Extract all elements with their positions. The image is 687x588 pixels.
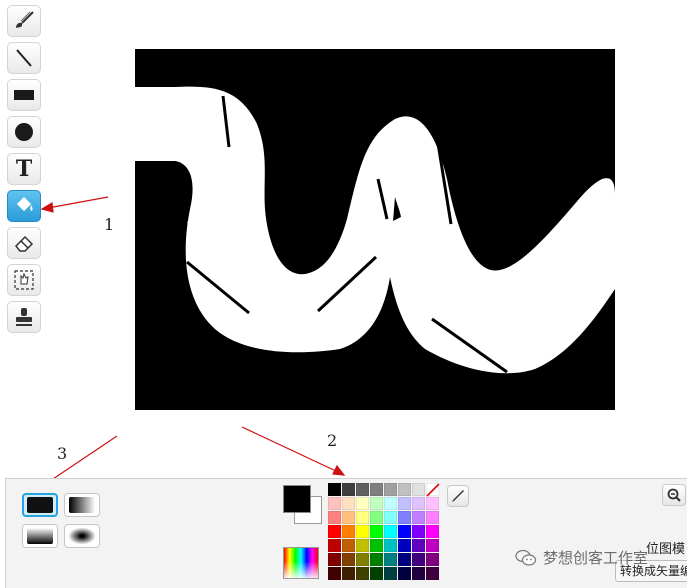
palette-color-swatch[interactable] [328, 553, 341, 566]
fill-tool[interactable] [7, 190, 41, 222]
annotation-label-2: 2 [327, 431, 338, 450]
stamp-icon [16, 308, 32, 326]
palette-color-swatch[interactable] [356, 497, 369, 510]
vertical-gradient-swatch [27, 528, 53, 544]
ellipse-tool[interactable] [7, 116, 41, 148]
palette-color-swatch[interactable] [356, 567, 369, 580]
palette-color-swatch[interactable] [356, 553, 369, 566]
palette-color-swatch[interactable] [370, 497, 383, 510]
horizontal-gradient-swatch [69, 497, 95, 513]
palette-color-swatch[interactable] [342, 483, 355, 496]
palette-color-swatch[interactable] [328, 511, 341, 524]
palette-color-swatch[interactable] [398, 525, 411, 538]
drawing-canvas[interactable] [135, 49, 615, 410]
palette-color-swatch[interactable] [370, 525, 383, 538]
palette-color-swatch[interactable] [426, 539, 439, 552]
color-spectrum-picker[interactable] [283, 547, 319, 579]
zoom-out-button[interactable] [662, 484, 686, 506]
palette-color-swatch[interactable] [342, 553, 355, 566]
palette-color-swatch[interactable] [356, 525, 369, 538]
palette-color-swatch[interactable] [370, 539, 383, 552]
wechat-icon [515, 549, 537, 566]
line-icon [16, 49, 32, 67]
palette-color-swatch[interactable] [370, 483, 383, 496]
palette-color-swatch[interactable] [384, 525, 397, 538]
palette-color-swatch[interactable] [328, 567, 341, 580]
radial-gradient-swatch [69, 528, 95, 544]
brush-tool[interactable] [7, 5, 41, 37]
palette-color-swatch[interactable] [370, 553, 383, 566]
palette-color-swatch[interactable] [384, 539, 397, 552]
palette-color-swatch[interactable] [328, 525, 341, 538]
fill-style-horizontal-gradient[interactable] [64, 493, 100, 517]
annotation-label-3: 3 [57, 444, 68, 463]
palette-color-swatch[interactable] [412, 525, 425, 538]
palette-color-swatch[interactable] [398, 567, 411, 580]
text-tool[interactable]: T [7, 153, 41, 185]
paint-toolbar: T [0, 0, 50, 340]
palette-color-swatch[interactable] [384, 553, 397, 566]
palette-color-swatch[interactable] [426, 497, 439, 510]
palette-color-swatch[interactable] [398, 539, 411, 552]
watermark: 梦想创客工作室 [515, 547, 648, 568]
palette-color-swatch[interactable] [398, 553, 411, 566]
palette-color-swatch[interactable] [384, 567, 397, 580]
palette-color-swatch[interactable] [370, 567, 383, 580]
eraser-icon [14, 235, 34, 252]
palette-color-swatch[interactable] [412, 483, 425, 496]
canvas-artwork [135, 49, 615, 410]
palette-color-swatch[interactable] [412, 567, 425, 580]
palette-color-swatch[interactable] [426, 525, 439, 538]
eyedropper-button[interactable] [447, 485, 469, 507]
rectangle-tool[interactable] [7, 79, 41, 111]
palette-color-swatch[interactable] [342, 511, 355, 524]
palette-color-swatch[interactable] [328, 539, 341, 552]
bitmap-mode-label: 位图模 [646, 542, 686, 557]
palette-color-swatch[interactable] [342, 497, 355, 510]
line-tool[interactable] [7, 42, 41, 74]
palette-color-swatch[interactable] [342, 539, 355, 552]
palette-color-swatch[interactable] [342, 567, 355, 580]
palette-color-swatch[interactable] [384, 497, 397, 510]
color-palette [328, 483, 440, 581]
watermark-text: 梦想创客工作室 [543, 549, 649, 567]
palette-color-swatch[interactable] [356, 483, 369, 496]
foreground-color-swatch[interactable] [283, 485, 311, 513]
palette-color-swatch[interactable] [426, 567, 439, 580]
palette-color-swatch[interactable] [412, 553, 425, 566]
rectangle-icon [14, 90, 34, 100]
annotation-label-1: 1 [104, 215, 115, 234]
solid-fill-swatch [27, 497, 53, 513]
palette-color-swatch[interactable] [412, 497, 425, 510]
paintbrush-icon [16, 11, 34, 28]
palette-color-swatch[interactable] [398, 511, 411, 524]
select-tool[interactable] [7, 264, 41, 296]
fill-style-solid[interactable] [22, 493, 58, 517]
palette-color-swatch[interactable] [412, 539, 425, 552]
transparent-slash-icon [426, 483, 440, 497]
palette-color-swatch[interactable] [398, 483, 411, 496]
palette-color-swatch[interactable] [356, 539, 369, 552]
palette-color-swatch[interactable] [328, 497, 341, 510]
eraser-tool[interactable] [7, 227, 41, 259]
palette-color-swatch[interactable] [426, 553, 439, 566]
palette-color-swatch[interactable] [356, 511, 369, 524]
zoom-out-icon [667, 488, 681, 502]
palette-color-swatch[interactable] [426, 511, 439, 524]
palette-color-swatch[interactable] [384, 483, 397, 496]
palette-color-swatch[interactable] [398, 497, 411, 510]
palette-color-swatch[interactable] [342, 525, 355, 538]
palette-color-swatch[interactable] [412, 511, 425, 524]
select-icon [14, 270, 34, 290]
eyedropper-icon [452, 490, 464, 502]
paint-bucket-icon [17, 197, 33, 211]
ellipse-icon [15, 123, 33, 141]
fill-style-radial-gradient[interactable] [64, 524, 100, 548]
palette-color-swatch[interactable] [328, 483, 341, 496]
text-icon: T [15, 156, 33, 182]
fill-style-vertical-gradient[interactable] [22, 524, 58, 548]
palette-color-swatch[interactable] [370, 511, 383, 524]
palette-color-swatch[interactable] [384, 511, 397, 524]
stamp-tool[interactable] [7, 301, 41, 333]
